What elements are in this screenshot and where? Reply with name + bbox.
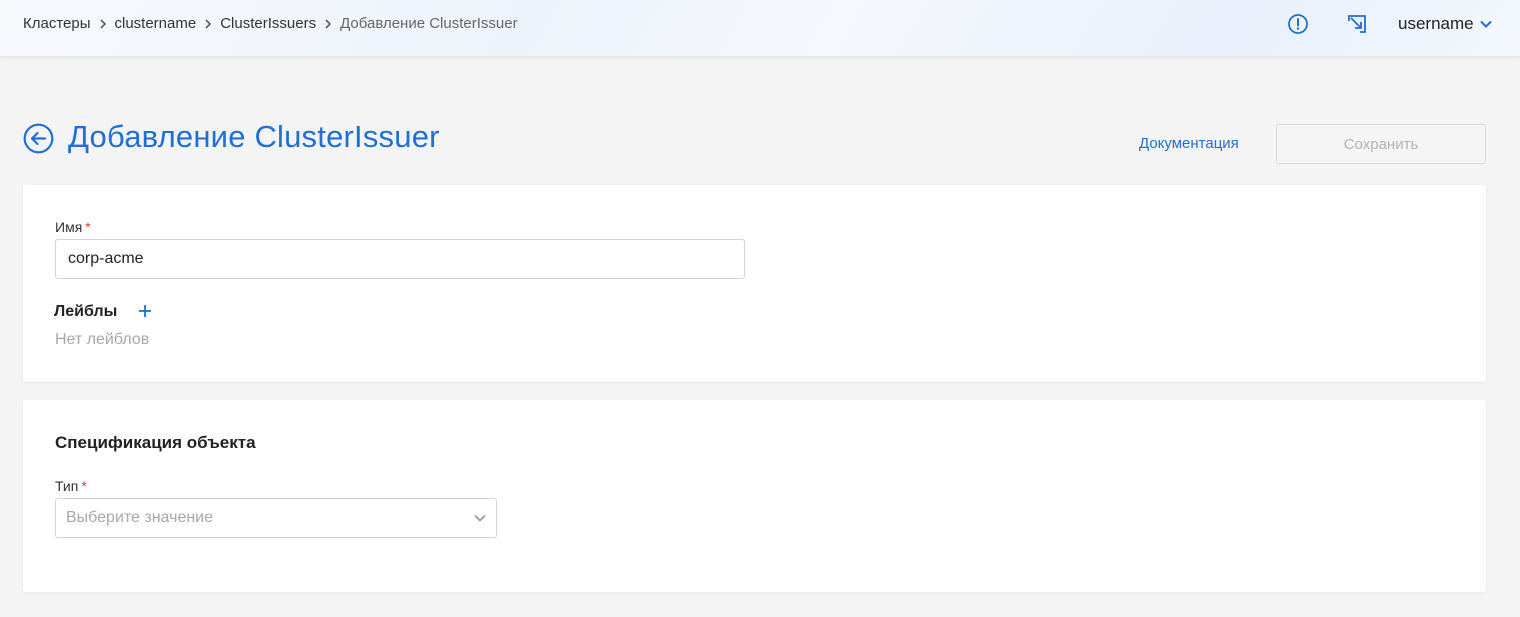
type-select-placeholder: Выберите значение: [66, 509, 214, 526]
page-title: Добавление ClusterIssuer: [68, 119, 440, 154]
chevron-down-icon: [474, 514, 486, 522]
chevron-down-icon: [1479, 20, 1492, 28]
arrow-left-circle-icon: [23, 123, 54, 154]
name-label-text: Имя: [55, 219, 83, 235]
metadata-card: Имя * corp-acme Лейблы Нет лейблов: [23, 185, 1486, 382]
add-label-button[interactable]: [138, 304, 152, 318]
documentation-link[interactable]: Документация: [1139, 135, 1239, 152]
breadcrumb-item-clusterissuers[interactable]: ClusterIssuers: [220, 15, 316, 32]
name-field-label: Имя *: [55, 219, 91, 235]
back-button[interactable]: [23, 123, 54, 154]
plus-icon: [139, 305, 151, 317]
required-mark: *: [85, 219, 91, 235]
breadcrumb: Кластеры clustername ClusterIssuers Доба…: [23, 15, 518, 32]
username-label: username: [1398, 14, 1474, 33]
expand-arrow-icon[interactable]: [1346, 13, 1368, 35]
save-button[interactable]: Сохранить: [1276, 124, 1486, 164]
type-field-label: Тип *: [55, 478, 87, 494]
type-select[interactable]: Выберите значение: [55, 498, 497, 538]
labels-title: Лейблы: [54, 303, 118, 320]
spec-card: Спецификация объекта Тип * Выберите значе…: [23, 400, 1486, 592]
required-mark: *: [81, 478, 87, 494]
name-input[interactable]: corp-acme: [55, 239, 745, 279]
spec-title: Спецификация объекта: [55, 433, 256, 452]
breadcrumb-item-clusters[interactable]: Кластеры: [23, 15, 91, 32]
breadcrumb-current: Добавление ClusterIssuer: [340, 15, 518, 32]
type-label-text: Тип: [55, 478, 79, 494]
chevron-right-icon: [196, 19, 220, 29]
user-menu[interactable]: username: [1398, 14, 1492, 34]
labels-empty-text: Нет лейблов: [55, 331, 150, 348]
alert-circle-icon[interactable]: [1287, 13, 1309, 35]
chevron-right-icon: [316, 19, 340, 29]
top-bar: Кластеры clustername ClusterIssuers Доба…: [0, 0, 1520, 57]
breadcrumb-item-cluster[interactable]: clustername: [115, 15, 197, 32]
chevron-right-icon: [91, 19, 115, 29]
